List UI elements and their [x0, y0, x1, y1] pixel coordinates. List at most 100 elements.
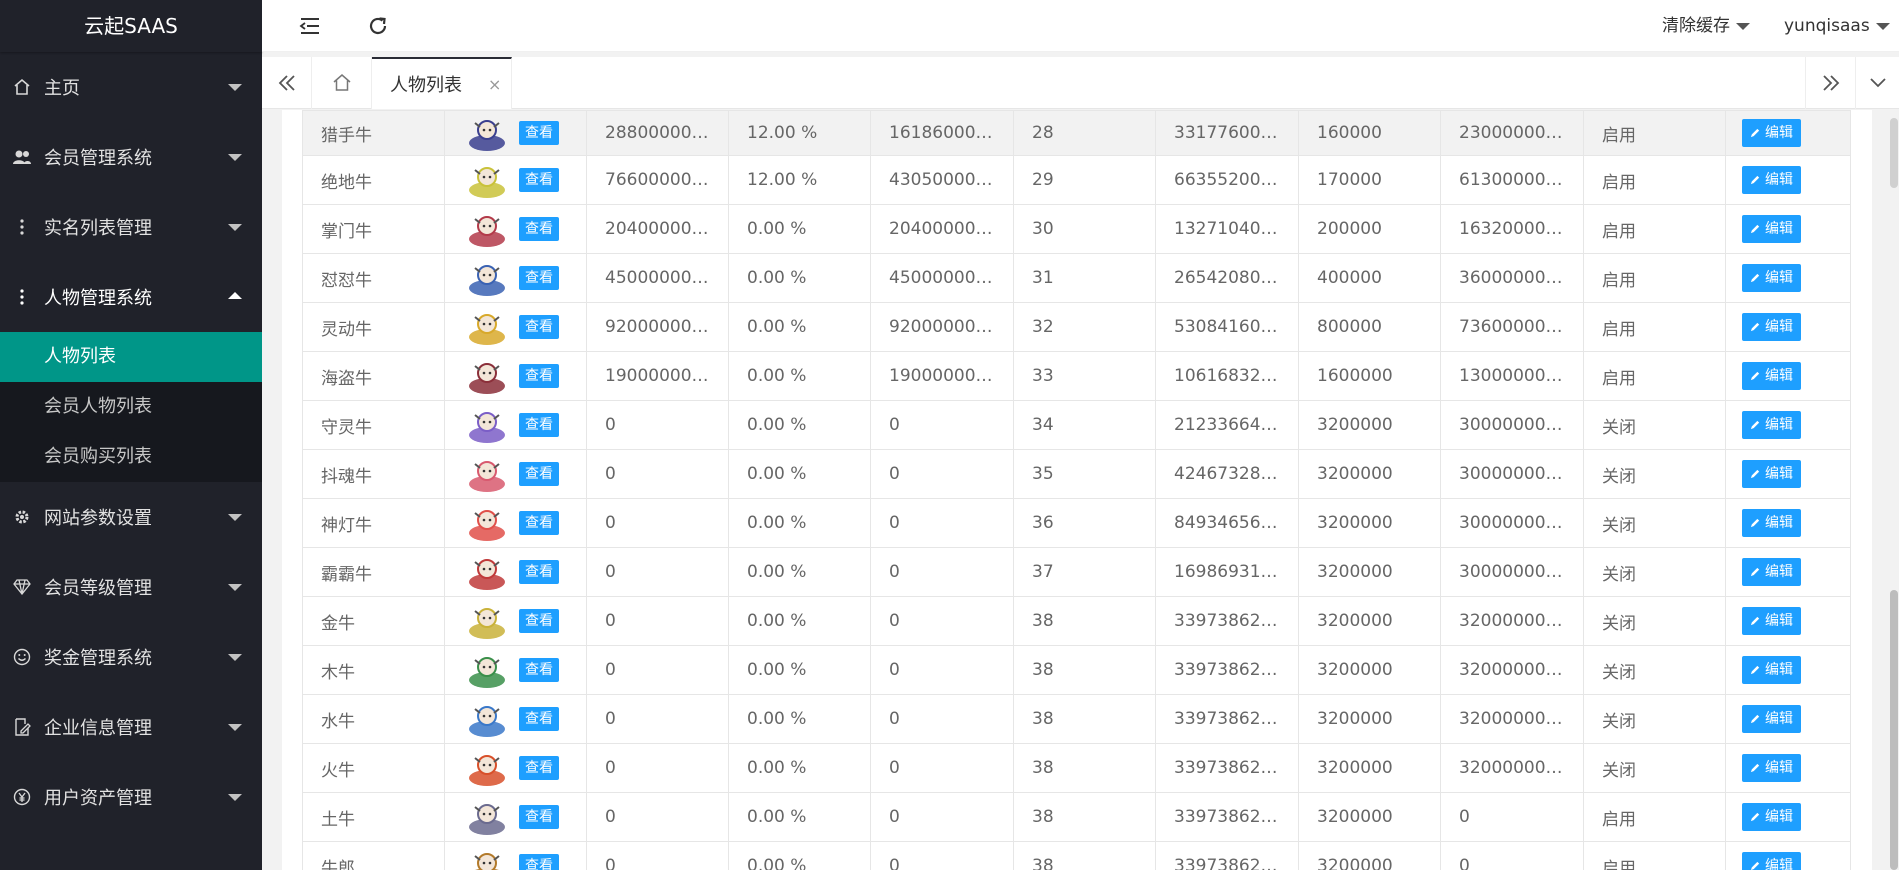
cell-status: 启用: [1583, 155, 1726, 205]
cell-actions: 编辑: [1725, 841, 1851, 870]
character-avatar: [461, 307, 513, 347]
edit-button[interactable]: 编辑: [1742, 119, 1801, 147]
cell-value: 0: [870, 694, 1014, 744]
chevron-down-icon: [228, 224, 242, 231]
cell-image-wrap: 查看: [461, 209, 578, 249]
edit-button[interactable]: 编辑: [1742, 362, 1801, 390]
sidebar-item-realname[interactable]: 实名列表管理: [0, 192, 262, 262]
cell-sort: 35: [1013, 449, 1156, 499]
sidebar-item-company[interactable]: 企业信息管理: [0, 692, 262, 762]
edit-button[interactable]: 编辑: [1742, 852, 1801, 870]
chevron-down-icon: [228, 724, 242, 731]
tabs-scroll-right-icon[interactable]: [1805, 57, 1855, 109]
edit-button-label: 编辑: [1765, 319, 1793, 335]
edit-button[interactable]: 编辑: [1742, 264, 1801, 292]
edit-button[interactable]: 编辑: [1742, 803, 1801, 831]
view-button[interactable]: 查看: [519, 364, 559, 388]
sidebar-item-assets[interactable]: 用户资产管理: [0, 762, 262, 832]
edit-button[interactable]: 编辑: [1742, 607, 1801, 635]
sidebar-item-levels[interactable]: 会员等级管理: [0, 552, 262, 622]
edit-button[interactable]: 编辑: [1742, 558, 1801, 586]
view-button[interactable]: 查看: [519, 805, 559, 829]
cell-actions: 编辑: [1725, 204, 1851, 254]
view-button[interactable]: 查看: [519, 609, 559, 633]
cell-rate: 0.00 %: [728, 400, 871, 450]
edit-button[interactable]: 编辑: [1742, 313, 1801, 341]
cell-image-wrap: 查看: [461, 405, 578, 445]
tab-home-icon[interactable]: [312, 57, 372, 109]
smile-icon: [12, 647, 32, 667]
view-button[interactable]: 查看: [519, 560, 559, 584]
cell-name: 抖魂牛: [302, 449, 445, 499]
sidebar-item-site-settings[interactable]: 网站参数设置: [0, 482, 262, 552]
cell-name: 海盗牛: [302, 351, 445, 401]
cell-image: 查看: [444, 253, 587, 303]
view-button[interactable]: 查看: [519, 168, 559, 192]
close-icon[interactable]: ×: [488, 75, 501, 94]
cell-total: 13271040…: [1155, 204, 1299, 254]
scrollbar-thumb-top[interactable]: [1890, 118, 1898, 188]
view-button[interactable]: 查看: [519, 854, 559, 870]
tab-character-list[interactable]: 人物列表 ×: [372, 57, 512, 109]
chevron-down-icon: [228, 514, 242, 521]
edit-button[interactable]: 编辑: [1742, 460, 1801, 488]
edit-button[interactable]: 编辑: [1742, 656, 1801, 684]
edit-button-label: 编辑: [1765, 760, 1793, 776]
cell-rate: 12.00 %: [728, 155, 871, 205]
sidebar-item-label: 奖金管理系统: [44, 648, 152, 669]
view-button[interactable]: 查看: [519, 121, 559, 145]
tabs-menu-chevron-down-icon[interactable]: [1855, 57, 1899, 109]
sidebar-item-members[interactable]: 会员管理系统: [0, 122, 262, 192]
scrollbar-thumb[interactable]: [1890, 590, 1898, 870]
view-button[interactable]: 查看: [519, 315, 559, 339]
sidebar-item-characters[interactable]: 人物管理系统: [0, 262, 262, 332]
user-name: yunqisaas: [1784, 16, 1870, 36]
view-button[interactable]: 查看: [519, 266, 559, 290]
cell-image: 查看: [444, 547, 587, 597]
view-button[interactable]: 查看: [519, 756, 559, 780]
edit-button[interactable]: 编辑: [1742, 509, 1801, 537]
user-menu[interactable]: yunqisaas: [1784, 0, 1890, 52]
sidebar-item-label: 会员等级管理: [44, 578, 152, 599]
view-button[interactable]: 查看: [519, 511, 559, 535]
edit-button-label: 编辑: [1765, 662, 1793, 678]
pencil-icon: [1750, 270, 1765, 286]
scrollbar[interactable]: [1889, 110, 1899, 870]
character-avatar: [461, 650, 513, 690]
clear-cache-button[interactable]: 清除缓存: [1662, 0, 1750, 52]
sidebar-item-bonus[interactable]: 奖金管理系统: [0, 622, 262, 692]
edit-button[interactable]: 编辑: [1742, 411, 1801, 439]
view-button[interactable]: 查看: [519, 217, 559, 241]
edit-button-label: 编辑: [1765, 613, 1793, 629]
cell-name: 猎手牛: [302, 110, 445, 156]
table-row: 金牛 查看 0 0.00 % 0 38 33973862… 3200000 32000000……: [302, 596, 1851, 646]
edit-button-label: 编辑: [1765, 221, 1793, 237]
edit-button[interactable]: 编辑: [1742, 705, 1801, 733]
cell-min: 3200000: [1298, 841, 1441, 870]
sidebar-item-home[interactable]: 主页: [0, 52, 262, 122]
cell-value: 0: [870, 400, 1014, 450]
edit-button[interactable]: 编辑: [1742, 166, 1801, 194]
cell-value: 0: [870, 645, 1014, 695]
tabs-scroll-left-icon[interactable]: [262, 57, 312, 109]
sidebar-subitem-character-list[interactable]: 人物列表: [0, 332, 262, 382]
edit-button[interactable]: 编辑: [1742, 754, 1801, 782]
cell-image: 查看: [444, 743, 587, 793]
cell-price: 0: [586, 743, 729, 793]
view-button[interactable]: 查看: [519, 413, 559, 437]
view-button[interactable]: 查看: [519, 462, 559, 486]
sidebar-subitem-member-purchases[interactable]: 会员购买列表: [0, 432, 262, 482]
sidebar-subitem-member-characters[interactable]: 会员人物列表: [0, 382, 262, 432]
cell-total: 33973862…: [1155, 792, 1299, 842]
edit-button-label: 编辑: [1765, 564, 1793, 580]
view-button[interactable]: 查看: [519, 658, 559, 682]
chevron-down-icon: [228, 794, 242, 801]
view-button[interactable]: 查看: [519, 707, 559, 731]
cell-status: 启用: [1583, 302, 1726, 352]
refresh-icon[interactable]: [366, 14, 390, 38]
chevron-up-icon: [228, 292, 242, 299]
cell-total: 53084160…: [1155, 302, 1299, 352]
menu-collapse-icon[interactable]: [298, 14, 322, 38]
edit-button[interactable]: 编辑: [1742, 215, 1801, 243]
vertical-dots-icon: [12, 287, 32, 307]
